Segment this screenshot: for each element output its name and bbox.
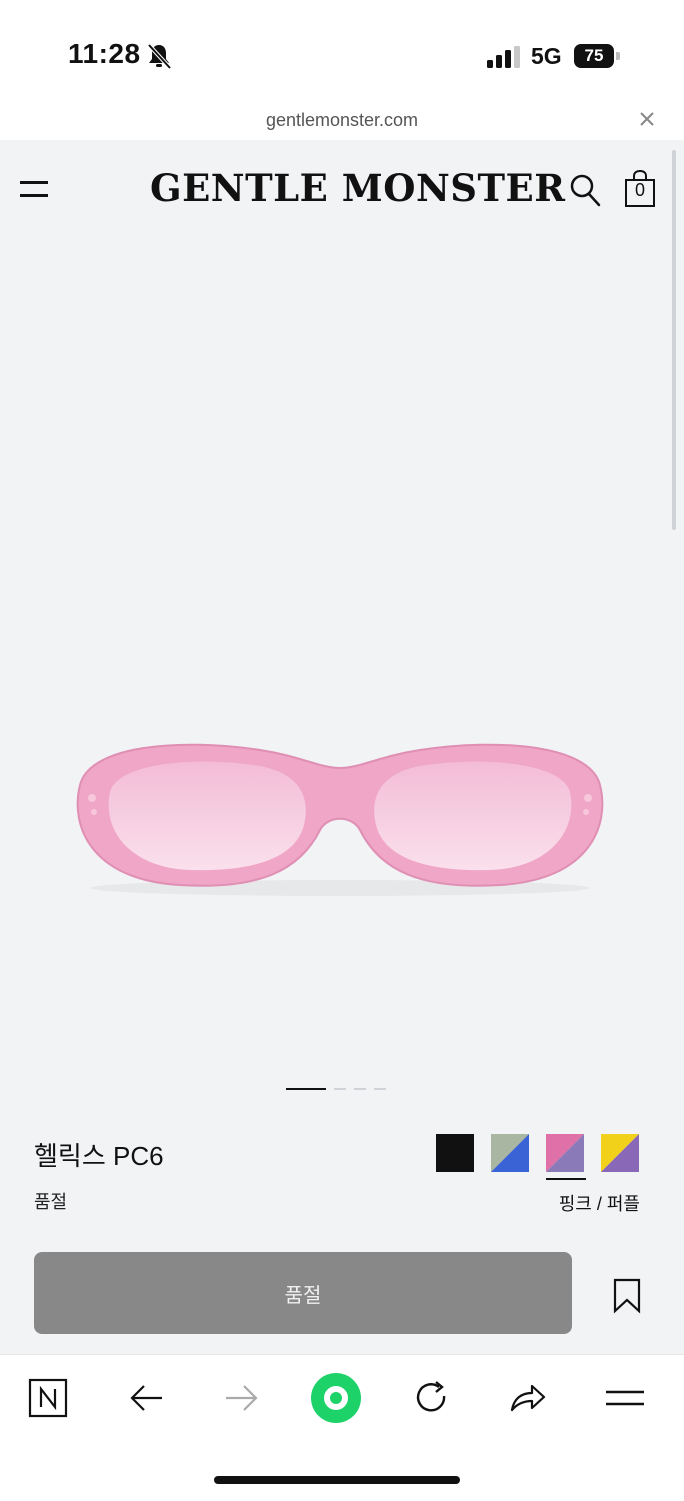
close-icon[interactable]	[636, 108, 658, 130]
battery-level: 75	[574, 44, 614, 68]
selected-color-name: 핑크 / 퍼플	[558, 1194, 640, 1214]
status-time: 11:28	[68, 38, 141, 69]
menu-icon[interactable]	[604, 1378, 644, 1418]
selected-swatch-indicator	[546, 1178, 586, 1180]
product-image[interactable]	[60, 720, 620, 920]
bookmark-icon[interactable]	[612, 1278, 642, 1314]
back-arrow-icon[interactable]	[126, 1378, 166, 1418]
refresh-icon[interactable]	[412, 1378, 452, 1418]
sold-out-button[interactable]: 품절	[34, 1252, 572, 1334]
stock-status: 품절	[34, 1192, 68, 1212]
product-name: 헬릭스 PC6	[34, 1141, 164, 1171]
share-icon[interactable]	[508, 1378, 548, 1418]
carousel-dot[interactable]	[334, 1088, 346, 1090]
carousel-dot[interactable]	[374, 1088, 386, 1090]
battery-icon: 75	[574, 44, 620, 68]
site-logo[interactable]: GENTLE MONSTER	[150, 166, 565, 210]
cart-count: 0	[634, 180, 645, 200]
search-icon[interactable]	[568, 172, 602, 208]
naver-n-icon[interactable]	[28, 1378, 68, 1418]
menu-icon[interactable]	[20, 178, 48, 200]
scrollbar[interactable]	[672, 150, 676, 530]
url-bar[interactable]: gentlemonster.com	[0, 100, 684, 140]
network-type: 5G	[531, 43, 562, 69]
color-swatch-black[interactable]	[436, 1134, 474, 1172]
naver-home-icon[interactable]	[310, 1372, 362, 1424]
color-swatch-pink-purple[interactable]	[546, 1134, 584, 1172]
color-swatch-green-blue[interactable]	[491, 1134, 529, 1172]
cart-button[interactable]: 0	[624, 170, 656, 208]
url-text: gentlemonster.com	[265, 110, 419, 130]
carousel-dot-active[interactable]	[286, 1088, 326, 1090]
carousel-dot[interactable]	[354, 1088, 366, 1090]
home-indicator[interactable]	[214, 1476, 460, 1484]
bell-off-icon	[147, 43, 172, 70]
forward-arrow-icon[interactable]	[222, 1378, 262, 1418]
color-swatch-yellow-purple[interactable]	[601, 1134, 639, 1172]
signal-icon	[487, 46, 520, 68]
status-bar: 11:28 5G 75	[0, 0, 684, 100]
